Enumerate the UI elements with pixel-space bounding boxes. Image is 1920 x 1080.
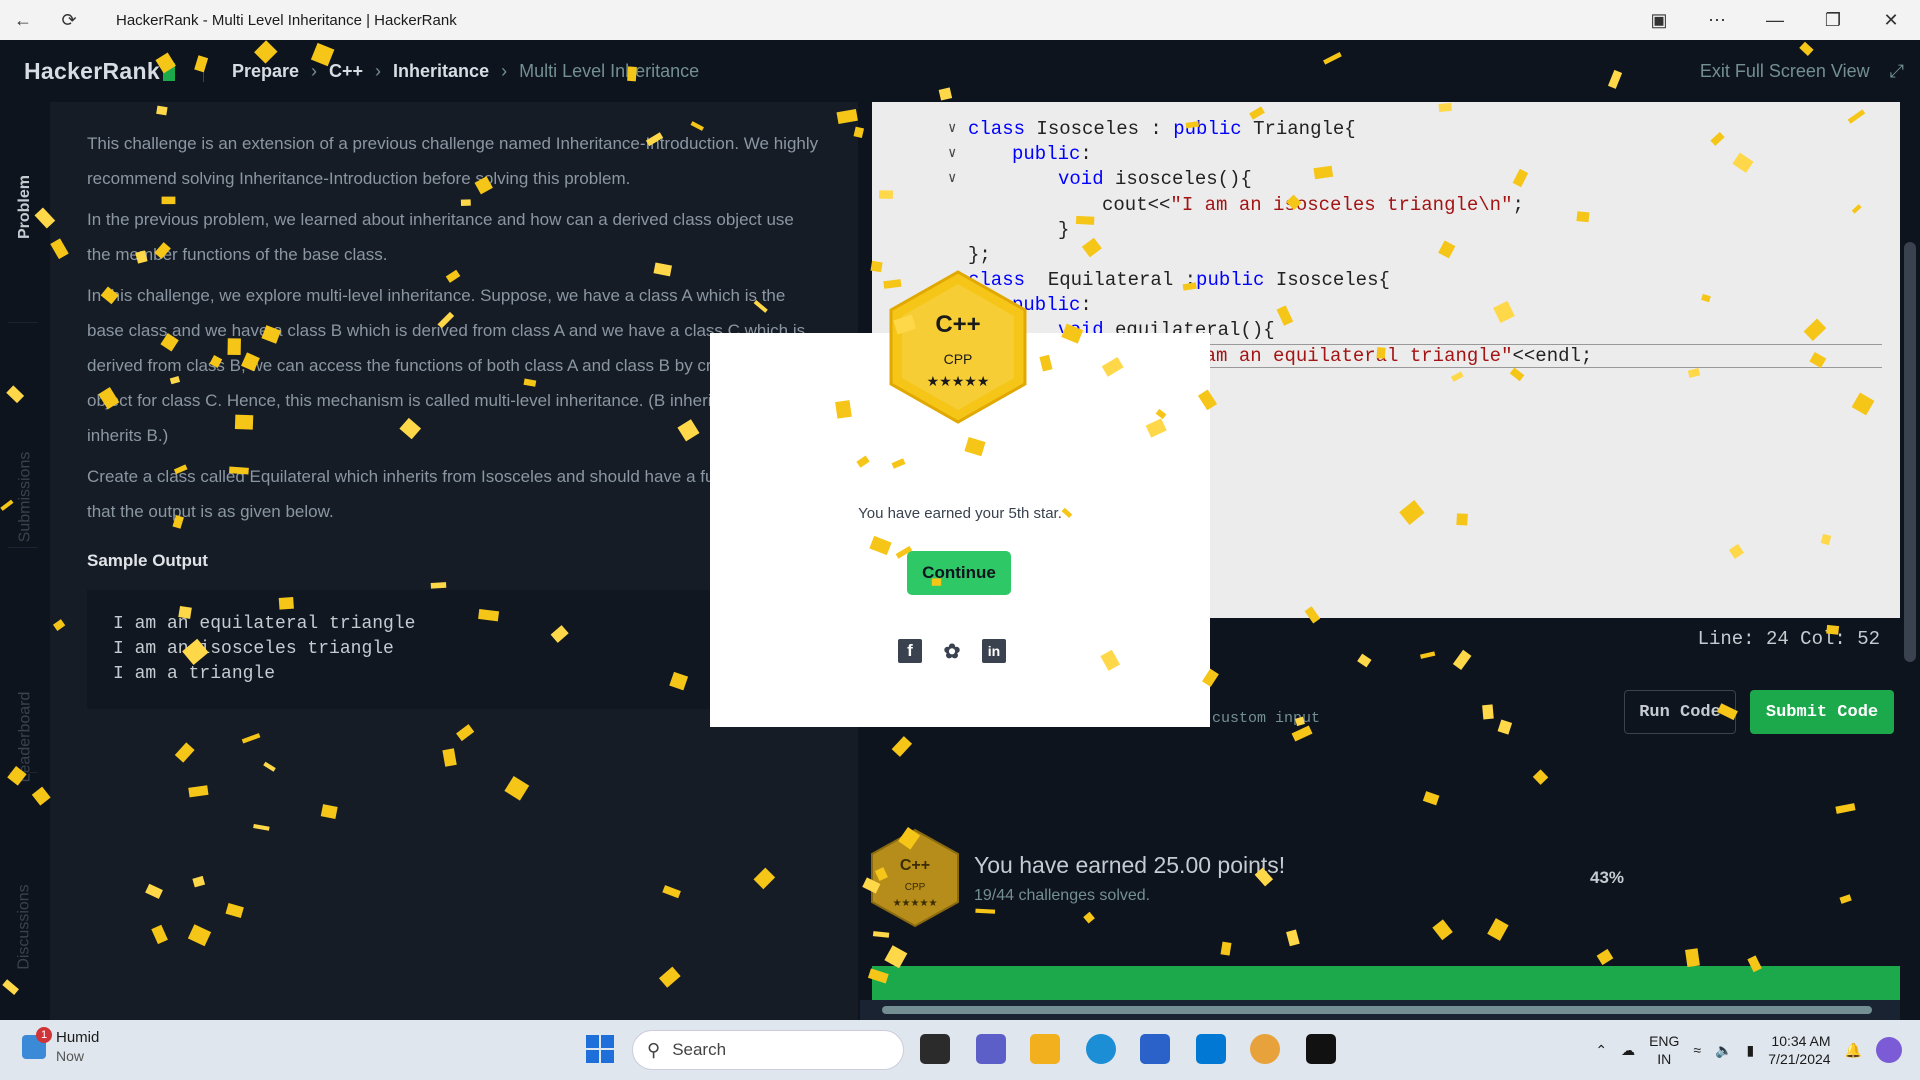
problem-paragraph: This challenge is an extension of a prev… xyxy=(87,134,819,188)
badge-stars: ★★★★★ xyxy=(927,374,990,390)
vertical-scrollbar[interactable] xyxy=(1900,102,1920,1000)
twitter-icon[interactable]: ✿ xyxy=(940,639,964,663)
breadcrumb: Prepare › C++ › Inheritance › Multi Leve… xyxy=(232,61,699,82)
chevron-right-icon: › xyxy=(501,60,508,81)
teams-icon[interactable] xyxy=(976,1034,1006,1064)
earned-points-text: You have earned 25.00 points! xyxy=(974,852,1286,878)
search-placeholder: Search xyxy=(672,1040,727,1059)
code-line: public: xyxy=(1012,143,1092,165)
edge-browser-icon[interactable] xyxy=(1086,1034,1116,1064)
tab-leaderboard[interactable]: Leaderboard xyxy=(0,652,50,822)
share-links: f ✿ in xyxy=(898,639,1006,663)
breadcrumb-cpp[interactable]: C++ xyxy=(329,61,363,82)
badge-small-language: C++ xyxy=(900,857,930,874)
badge-small-stars: ★★★★★ xyxy=(893,898,938,909)
code-line: void isosceles(){ xyxy=(1058,168,1252,190)
sample-output-line: I am an equilateral triangle xyxy=(113,614,416,634)
wifi-icon[interactable]: ≈ xyxy=(1693,1042,1701,1058)
clock[interactable]: 10:34 AM 7/21/2024 xyxy=(1768,1032,1830,1068)
progress-percent: 43% xyxy=(1590,868,1625,887)
chevron-up-icon[interactable]: ⌃ xyxy=(1595,1042,1607,1059)
browser-titlebar: ← ⟳ HackerRank - Multi Level Inheritance… xyxy=(0,0,1920,40)
modal-message: You have earned your 5th star. xyxy=(858,505,1062,522)
system-tray: ⌃ ☁ ENG IN ≈ 🔈 ▮ 10:34 AM 7/21/2024 🔔 xyxy=(1595,1020,1920,1080)
chevron-right-icon: › xyxy=(375,60,382,81)
minimize-button[interactable]: — xyxy=(1746,0,1804,40)
chevron-right-icon: › xyxy=(311,60,318,81)
tab-problem[interactable]: Problem xyxy=(0,142,50,272)
fold-chevron-icon[interactable]: ∨ xyxy=(948,170,956,187)
app-icon[interactable] xyxy=(1250,1034,1280,1064)
language-indicator[interactable]: ENG IN xyxy=(1649,1032,1679,1068)
microsoft-store-icon[interactable] xyxy=(1140,1034,1170,1064)
linkedin-icon[interactable]: in xyxy=(982,639,1006,663)
code-line: } xyxy=(1058,219,1070,241)
windows-start-icon[interactable] xyxy=(586,1035,614,1063)
badge-language: C++ xyxy=(935,311,980,338)
problem-paragraph: In the previous problem, we learned abou… xyxy=(87,210,794,264)
tab-submissions[interactable]: Submissions xyxy=(0,412,50,582)
fold-chevron-icon[interactable]: ∨ xyxy=(948,145,956,162)
fold-chevron-icon[interactable]: ∨ xyxy=(948,120,956,137)
code-line: }; xyxy=(968,244,991,266)
collapse-icon[interactable]: ⤢ xyxy=(1890,61,1904,82)
onedrive-icon[interactable]: ☁ xyxy=(1621,1042,1635,1059)
app-icon[interactable] xyxy=(1196,1034,1226,1064)
volume-icon[interactable]: 🔈 xyxy=(1715,1042,1732,1059)
hackerrank-app-icon[interactable] xyxy=(1306,1034,1336,1064)
progress-bar-fill xyxy=(872,966,1900,1000)
challenges-solved-text: 19/44 challenges solved. xyxy=(974,887,1151,904)
weather-icon: 1 xyxy=(22,1027,52,1059)
facebook-icon[interactable]: f xyxy=(898,639,922,663)
close-window-button[interactable]: ✕ xyxy=(1862,0,1920,40)
badge-label: CPP xyxy=(944,351,973,367)
cast-icon[interactable]: ▣ xyxy=(1630,0,1688,40)
badge-small-label: CPP xyxy=(905,882,926,893)
continue-button[interactable]: Continue xyxy=(907,551,1011,595)
code-line: class Equilateral :public Isosceles{ xyxy=(968,269,1390,291)
breadcrumb-inheritance[interactable]: Inheritance xyxy=(393,61,489,82)
run-code-button[interactable]: Run Code xyxy=(1624,690,1736,734)
cpp-badge-icon: C++ CPP ★★★★★ xyxy=(871,828,959,928)
weather-widget[interactable]: 1 Humid Now xyxy=(22,1027,100,1066)
line-col-indicator: Line: 24 Col: 52 xyxy=(1697,628,1880,650)
progress-bar xyxy=(872,966,1900,1000)
restore-button[interactable]: ❐ xyxy=(1804,0,1862,40)
submit-code-button[interactable]: Submit Code xyxy=(1750,690,1894,734)
problem-sidebar: Problem Submissions Leaderboard Discussi… xyxy=(0,102,50,1020)
back-arrow-icon[interactable]: ← xyxy=(0,0,46,40)
weather-subtitle: Now xyxy=(56,1048,85,1064)
refresh-icon[interactable]: ⟳ xyxy=(46,0,92,40)
battery-icon[interactable]: ▮ xyxy=(1747,1042,1755,1059)
task-view-icon[interactable] xyxy=(920,1034,950,1064)
weather-title: Humid xyxy=(56,1029,100,1046)
notification-badge: 1 xyxy=(36,1027,52,1043)
copilot-icon[interactable] xyxy=(1876,1037,1902,1063)
cpp-gold-badge-icon: C++ CPP ★★★★★ xyxy=(889,270,1027,424)
sample-output-line: I am a triangle xyxy=(113,664,276,684)
code-line: class Isosceles : public Triangle{ xyxy=(968,118,1356,140)
exit-fullscreen-link[interactable]: Exit Full Screen View xyxy=(1700,61,1870,82)
window-title: HackerRank - Multi Level Inheritance | H… xyxy=(116,11,457,29)
more-options-icon[interactable]: ⋯ xyxy=(1688,0,1746,40)
notification-bell-icon[interactable]: 🔔 xyxy=(1845,1042,1862,1059)
breadcrumb-prepare[interactable]: Prepare xyxy=(232,61,299,82)
search-icon: ⚲ xyxy=(647,1039,661,1060)
code-line-active: cout<<"I am an equilateral triangle"<<en… xyxy=(1102,344,1882,368)
breadcrumb-current: Multi Level Inheritance xyxy=(519,60,700,81)
hackerrank-logo[interactable]: HackerRank xyxy=(24,58,175,85)
taskbar-search-input[interactable]: ⚲ Search xyxy=(632,1030,904,1070)
site-header: HackerRank Prepare › C++ › Inheritance ›… xyxy=(0,40,1920,102)
horizontal-scrollbar[interactable] xyxy=(860,1000,1900,1020)
tab-discussions[interactable]: Discussions xyxy=(0,812,50,1042)
file-explorer-icon[interactable] xyxy=(1030,1034,1060,1064)
sample-output-line: I am an isosceles triangle xyxy=(113,639,394,659)
code-line: cout<<"I am an isosceles triangle\n"; xyxy=(1102,194,1524,216)
windows-taskbar: 1 Humid Now ⚲ Search ⌃ ☁ ENG IN ≈ 🔈 ▮ 10:… xyxy=(0,1020,1920,1080)
